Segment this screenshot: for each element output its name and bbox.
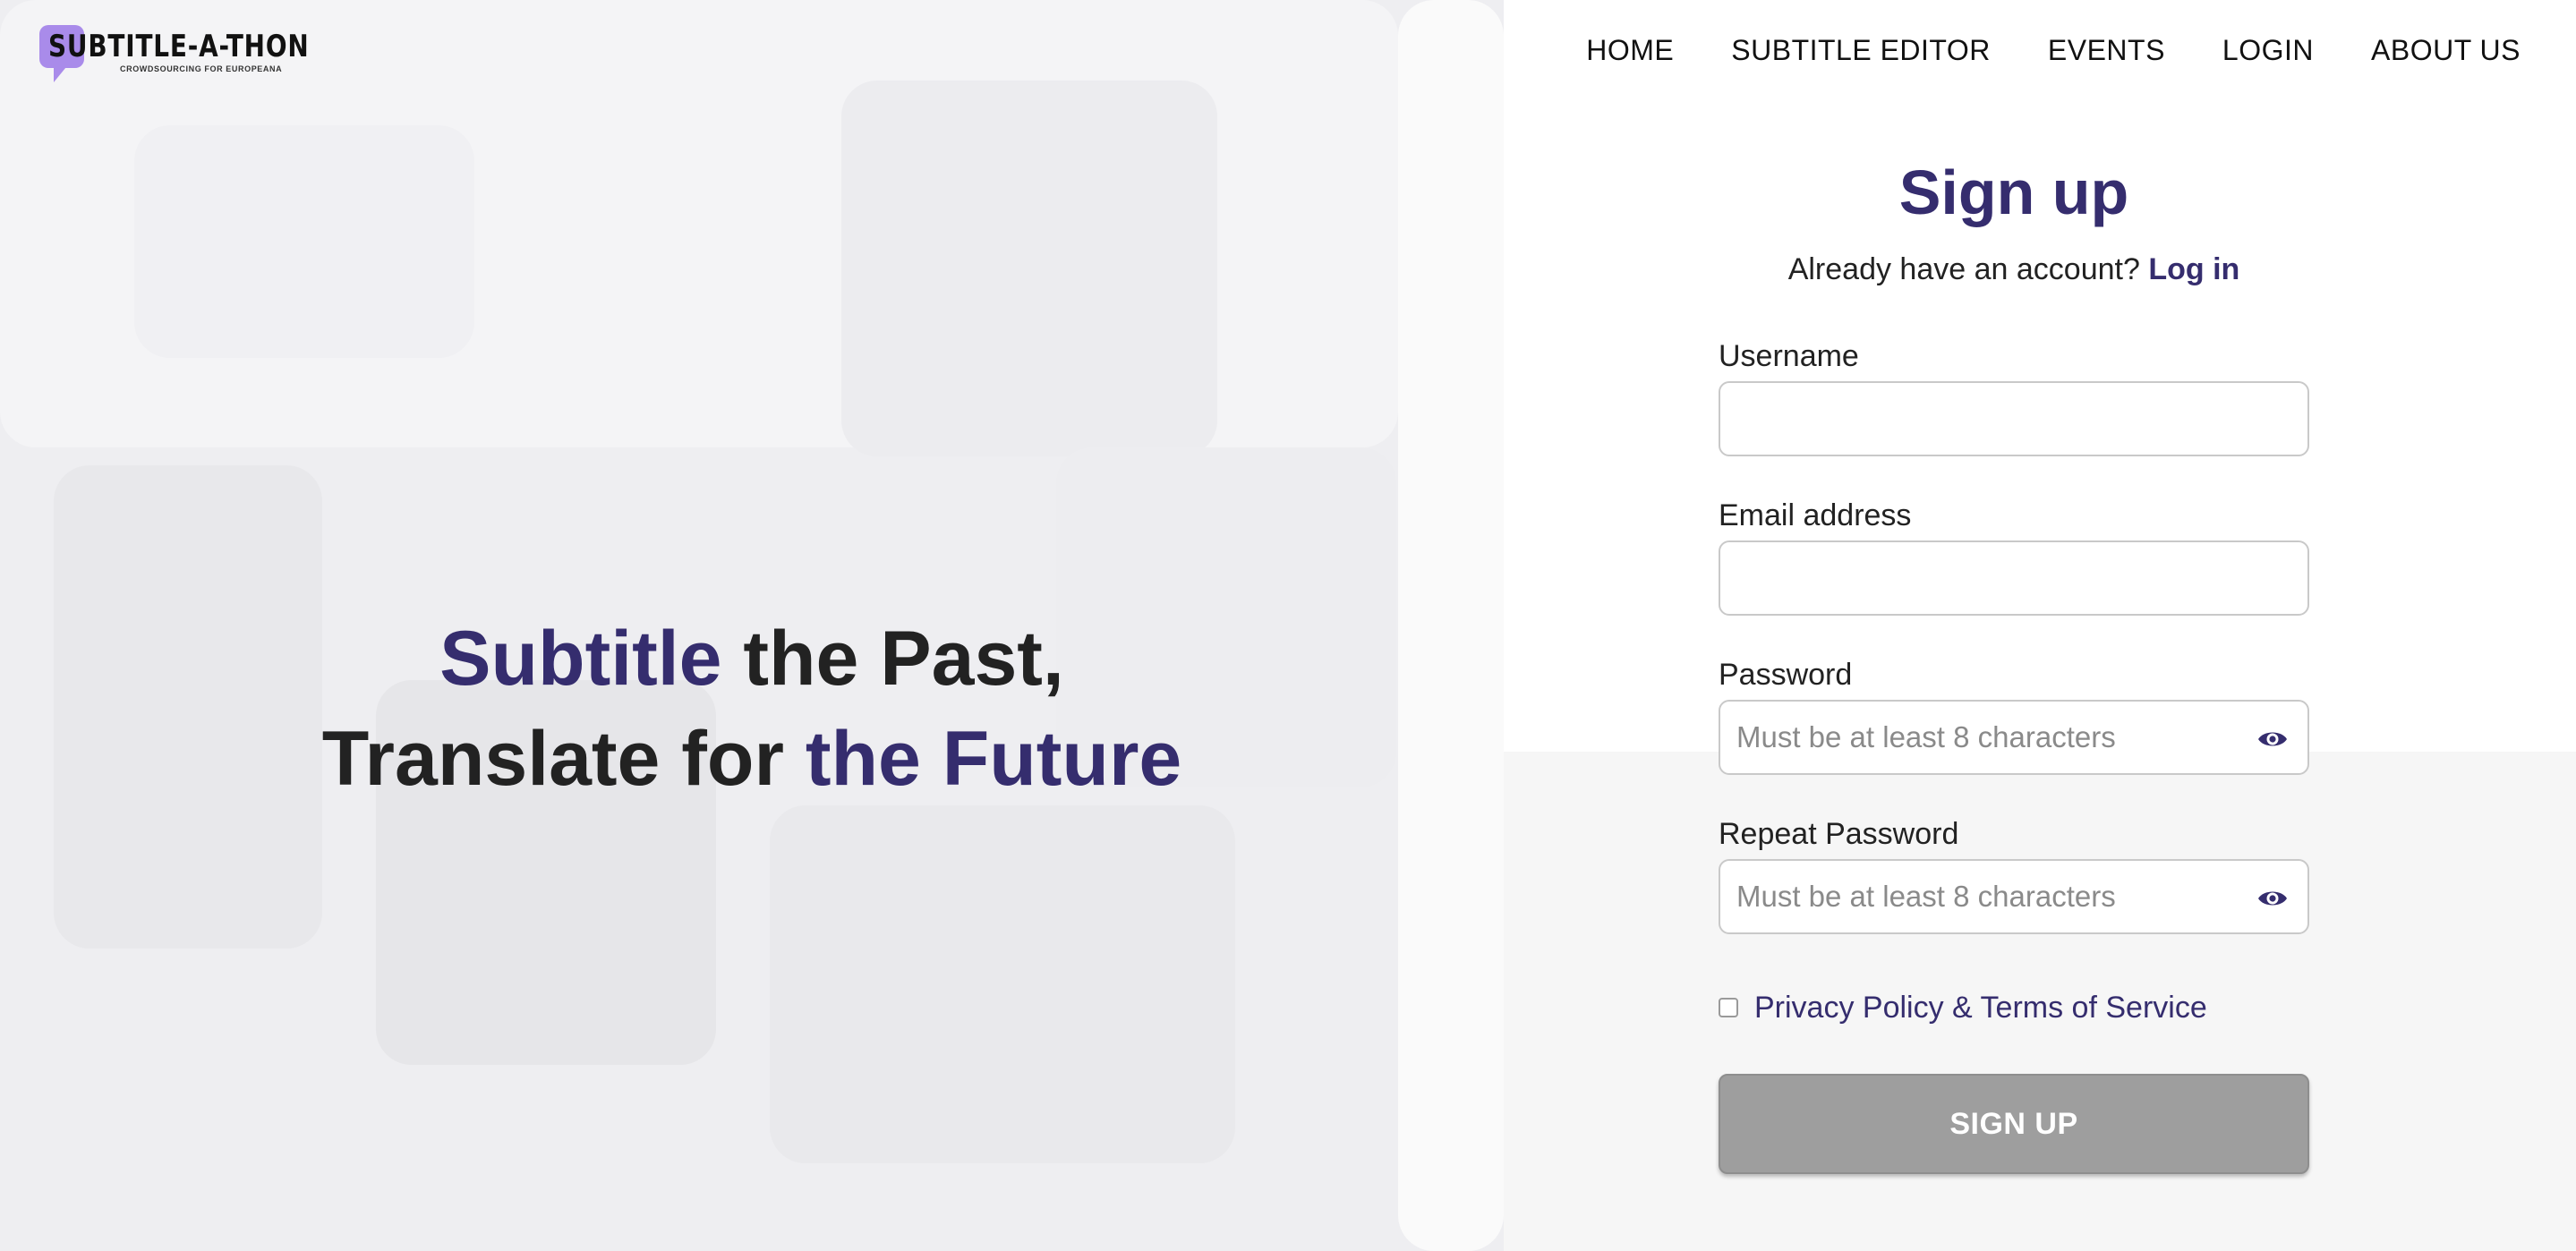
username-field-box bbox=[1719, 381, 2309, 456]
terms-link[interactable]: Privacy Policy & Terms of Service bbox=[1754, 991, 2207, 1025]
login-prompt-text: Already have an account? bbox=[1787, 252, 2149, 286]
top-navigation: HOME SUBTITLE EDITOR EVENTS LOGIN ABOUT … bbox=[1586, 34, 2521, 67]
repeat-password-input[interactable] bbox=[1720, 861, 2307, 932]
username-label: Username bbox=[1719, 339, 1859, 373]
eye-icon[interactable] bbox=[2257, 727, 2288, 752]
logo-wordmark: SUBTITLE-A-THON bbox=[48, 29, 310, 64]
hero-text: Translate for bbox=[321, 716, 806, 802]
signup-form: Sign up Already have an account? Log in … bbox=[1719, 152, 2309, 1174]
site-logo[interactable]: SUBTITLE-A-THON CROWDSOURCING FOR EUROPE… bbox=[39, 21, 309, 84]
signup-panel: HOME SUBTITLE EDITOR EVENTS LOGIN ABOUT … bbox=[1504, 0, 2576, 1251]
logo-tagline: CROWDSOURCING FOR EUROPEANA bbox=[120, 64, 283, 73]
hero-headline-line-1: Subtitle the Past, bbox=[0, 608, 1504, 709]
repeat-password-label: Repeat Password bbox=[1719, 817, 1959, 851]
background-photo-shape bbox=[770, 805, 1235, 1163]
username-group: Username bbox=[1719, 336, 2309, 456]
password-field-box bbox=[1719, 700, 2309, 775]
email-input[interactable] bbox=[1720, 542, 2307, 614]
background-photo-shape bbox=[841, 81, 1217, 456]
hero-accent-text: the Future bbox=[805, 716, 1182, 802]
nav-home[interactable]: HOME bbox=[1586, 34, 1674, 67]
email-field-box bbox=[1719, 540, 2309, 616]
signup-button[interactable]: SIGN UP bbox=[1719, 1074, 2309, 1174]
hero-headline: Subtitle the Past, Translate for the Fut… bbox=[0, 608, 1504, 809]
password-input[interactable] bbox=[1720, 702, 2307, 773]
eye-icon[interactable] bbox=[2257, 886, 2288, 911]
speech-bubble-tail bbox=[54, 63, 70, 82]
nav-login[interactable]: LOGIN bbox=[2222, 34, 2314, 67]
terms-row: Privacy Policy & Terms of Service bbox=[1719, 988, 2309, 1027]
login-prompt: Already have an account? Log in bbox=[1719, 249, 2309, 290]
background-photo-shape bbox=[134, 125, 474, 358]
password-group: Password bbox=[1719, 655, 2309, 775]
repeat-password-field-box bbox=[1719, 859, 2309, 934]
hero-accent-text: Subtitle bbox=[439, 616, 722, 702]
username-input[interactable] bbox=[1720, 383, 2307, 455]
password-label: Password bbox=[1719, 658, 1853, 692]
terms-checkbox[interactable] bbox=[1719, 998, 1738, 1017]
nav-about-us[interactable]: ABOUT US bbox=[2371, 34, 2521, 67]
login-link[interactable]: Log in bbox=[2148, 252, 2239, 286]
nav-events[interactable]: EVENTS bbox=[2048, 34, 2165, 67]
email-group: Email address bbox=[1719, 496, 2309, 616]
page-title: Sign up bbox=[1898, 157, 2129, 227]
nav-subtitle-editor[interactable]: SUBTITLE EDITOR bbox=[1731, 34, 1991, 67]
hero-text: the Past, bbox=[721, 616, 1064, 702]
hero-section: Subtitle the Past, Translate for the Fut… bbox=[0, 0, 1504, 1251]
hero-headline-line-2: Translate for the Future bbox=[0, 709, 1504, 809]
email-label: Email address bbox=[1719, 498, 1912, 532]
repeat-password-group: Repeat Password bbox=[1719, 814, 2309, 934]
